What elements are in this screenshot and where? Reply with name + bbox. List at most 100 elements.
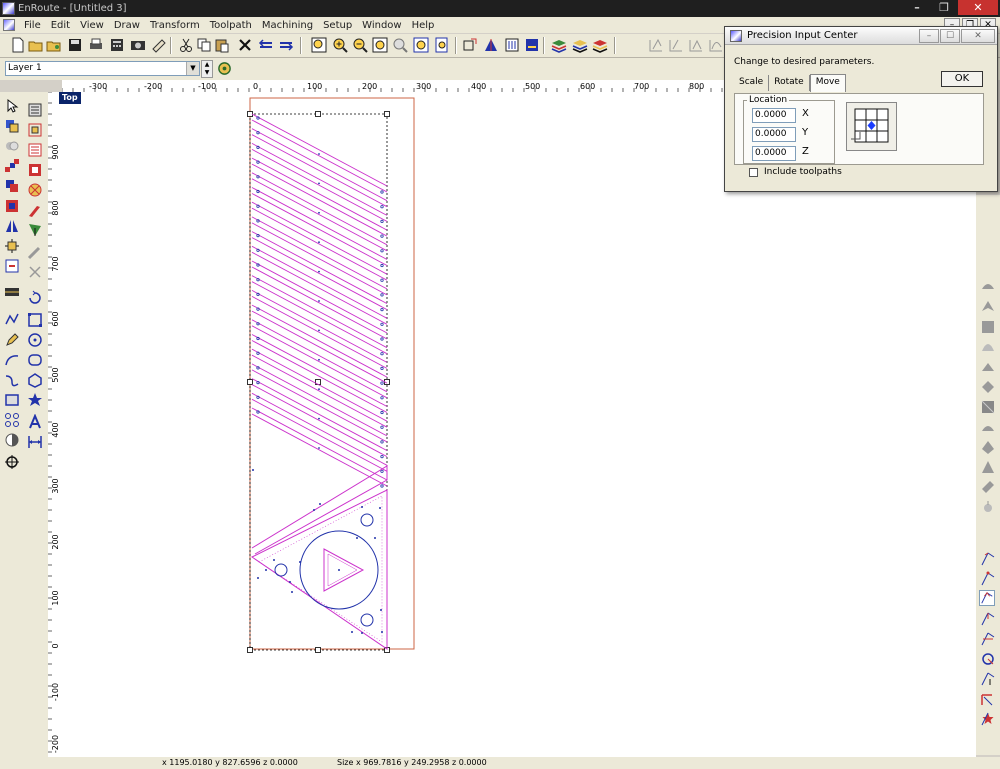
- menu-setup[interactable]: Setup: [318, 20, 357, 31]
- tab-rotate[interactable]: Rotate: [769, 75, 810, 91]
- zoom-extents-icon[interactable]: [372, 37, 388, 53]
- text-tool-icon[interactable]: [27, 414, 43, 430]
- toolpath-fill-icon[interactable]: [980, 631, 996, 647]
- toolpath-view-icon[interactable]: [504, 37, 520, 53]
- layer-dropdown[interactable]: Layer 1 ▼: [5, 61, 200, 76]
- menu-draw[interactable]: Draw: [109, 20, 145, 31]
- array-icon[interactable]: [4, 412, 20, 428]
- include-toolpaths-checkbox[interactable]: Include toolpaths: [749, 167, 842, 177]
- rectangle-view-icon[interactable]: [462, 37, 478, 53]
- menu-toolpath[interactable]: Toolpath: [205, 20, 257, 31]
- z-field[interactable]: 0.0000: [752, 146, 796, 161]
- cut-relief-icon[interactable]: [980, 479, 996, 495]
- menu-file[interactable]: File: [19, 20, 46, 31]
- y-field[interactable]: 0.0000: [752, 127, 796, 142]
- scale-tool-icon[interactable]: [27, 312, 43, 328]
- bitmap-relief-icon[interactable]: [980, 499, 996, 515]
- toolpath-drill-icon[interactable]: [980, 611, 996, 627]
- paste-icon[interactable]: [214, 37, 230, 53]
- parameters-icon[interactable]: [27, 102, 43, 118]
- offset-icon[interactable]: [27, 122, 43, 138]
- toolpath-3d-icon[interactable]: [980, 691, 996, 707]
- menu-edit[interactable]: Edit: [46, 20, 75, 31]
- node-delete-icon[interactable]: [688, 37, 704, 53]
- toolpath-pocket-icon[interactable]: [980, 571, 996, 587]
- weld-icon[interactable]: [4, 198, 20, 214]
- dimension-tool-icon[interactable]: [27, 434, 43, 450]
- dome-icon[interactable]: [980, 339, 996, 355]
- rounded-rect-icon[interactable]: [27, 352, 43, 368]
- outline-icon[interactable]: [27, 162, 43, 178]
- toolpath-profile-icon[interactable]: [980, 551, 996, 567]
- measure-icon[interactable]: [151, 37, 167, 53]
- camera-icon[interactable]: [130, 37, 146, 53]
- menu-machining[interactable]: Machining: [257, 20, 318, 31]
- toolpath-center-icon[interactable]: [980, 651, 996, 667]
- layer-down-icon[interactable]: [592, 37, 608, 53]
- close-icon[interactable]: ✕: [958, 0, 998, 15]
- fill-icon[interactable]: [27, 182, 43, 198]
- emboss-icon[interactable]: [980, 279, 996, 295]
- chevron-down-icon[interactable]: ▼: [186, 62, 199, 75]
- align-icon[interactable]: [4, 238, 20, 254]
- checkbox-box[interactable]: [749, 167, 758, 177]
- order-icon[interactable]: [4, 158, 20, 174]
- calculator-icon[interactable]: [109, 37, 125, 53]
- zoom-window-icon[interactable]: [311, 37, 327, 53]
- delete-icon[interactable]: [237, 37, 253, 53]
- zoom-in-icon[interactable]: [332, 37, 348, 53]
- menu-view[interactable]: View: [75, 20, 109, 31]
- knife-icon[interactable]: [27, 202, 43, 218]
- rectangle-tool-icon[interactable]: [4, 392, 20, 408]
- minimize-icon[interactable]: –: [904, 0, 930, 15]
- dialog-minimize-icon[interactable]: –: [919, 29, 939, 43]
- fade-relief-icon[interactable]: [980, 439, 996, 455]
- undo-icon[interactable]: [258, 37, 274, 53]
- reduce-icon[interactable]: [27, 264, 43, 280]
- new-file-icon[interactable]: [10, 37, 26, 53]
- arc-icon[interactable]: [4, 352, 20, 368]
- dialog-close-icon[interactable]: ✕: [961, 29, 995, 43]
- zoom-previous-icon[interactable]: [392, 37, 408, 53]
- texture-icon[interactable]: [980, 399, 996, 415]
- toolpath-star-icon[interactable]: [980, 711, 996, 727]
- pen-icon[interactable]: [4, 332, 20, 348]
- layer-properties-icon[interactable]: [217, 61, 232, 76]
- print-icon[interactable]: [88, 37, 104, 53]
- node-smooth-icon[interactable]: [708, 37, 724, 53]
- polyline-icon[interactable]: [4, 312, 20, 328]
- cut-icon[interactable]: [178, 37, 194, 53]
- redo-icon[interactable]: [278, 37, 294, 53]
- layer-up-icon[interactable]: [572, 37, 588, 53]
- slice-relief-icon[interactable]: [980, 459, 996, 475]
- trim-icon[interactable]: [27, 222, 43, 238]
- copy-icon[interactable]: [196, 37, 212, 53]
- zoom-out-icon[interactable]: [352, 37, 368, 53]
- ellipse-tool-icon[interactable]: [27, 332, 43, 348]
- dialog-maximize-icon[interactable]: ☐: [940, 29, 960, 43]
- mirror-icon[interactable]: [4, 218, 20, 234]
- smooth-relief-icon[interactable]: [980, 419, 996, 435]
- contrast-icon[interactable]: [4, 432, 20, 448]
- menu-window[interactable]: Window: [357, 20, 406, 31]
- inline-icon[interactable]: [27, 142, 43, 158]
- layers-icon[interactable]: [551, 37, 567, 53]
- zoom-selection-icon[interactable]: [413, 37, 429, 53]
- polygon-tool-icon[interactable]: [27, 372, 43, 388]
- reference-point-picker[interactable]: [846, 102, 897, 151]
- spin-up-icon[interactable]: ▲: [202, 61, 212, 69]
- tab-move[interactable]: Move: [809, 74, 846, 92]
- arrange-icon[interactable]: [4, 178, 20, 194]
- star-tool-icon[interactable]: [27, 392, 43, 408]
- open-folder-icon[interactable]: [28, 37, 44, 53]
- zoom-page-icon[interactable]: [434, 37, 450, 53]
- sweep-icon[interactable]: [980, 299, 996, 315]
- machine-view-icon[interactable]: [524, 37, 540, 53]
- ok-button[interactable]: OK: [941, 71, 983, 87]
- x-field[interactable]: 0.0000: [752, 108, 796, 123]
- toolpath-engrave-icon[interactable]: [979, 590, 995, 606]
- save-icon[interactable]: [67, 37, 83, 53]
- group-icon[interactable]: [4, 118, 20, 134]
- tab-scale[interactable]: Scale: [734, 75, 770, 91]
- document-icon[interactable]: [3, 19, 15, 31]
